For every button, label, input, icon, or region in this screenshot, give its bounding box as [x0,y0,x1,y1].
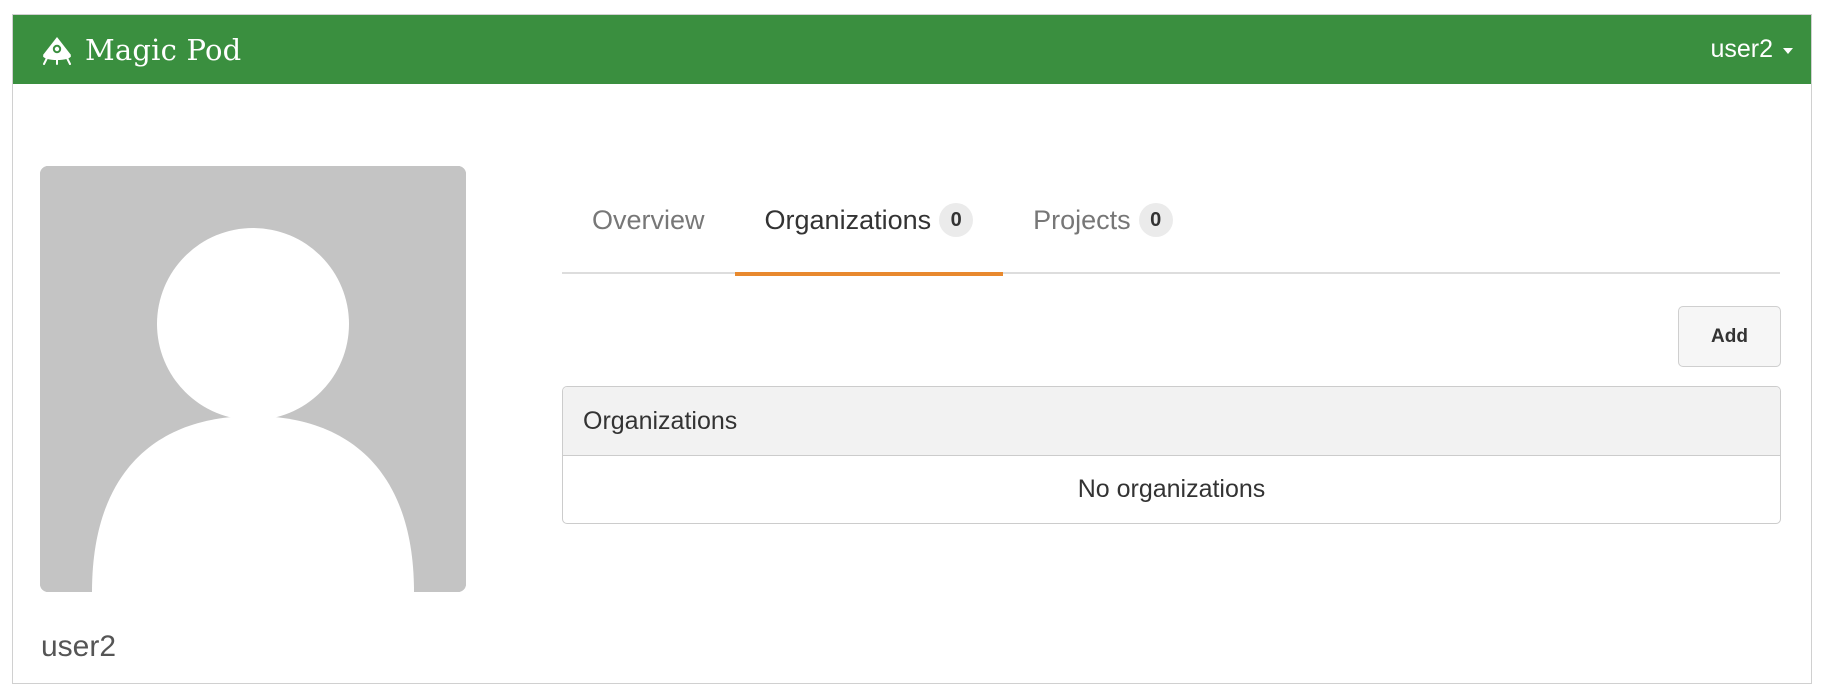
tab-label: Overview [592,205,705,235]
empty-state-message: No organizations [1077,475,1266,503]
count-badge: 0 [1138,203,1173,237]
tab-projects[interactable]: Projects 0 [1003,185,1203,274]
profile-username: user2 [41,630,117,663]
brand-name: Magic Pod [85,32,242,67]
brand[interactable]: Magic Pod [41,33,241,67]
panel-heading: Organizations [563,387,1780,456]
user-menu-dropdown[interactable]: user2 [1710,35,1793,64]
profile-tabs: Overview Organizations 0 Projects 0 [562,185,1780,276]
app-window: Magic Pod user2 user2 Overview Organizat… [12,14,1812,684]
tab-organizations[interactable]: Organizations 0 [734,185,1004,276]
user-menu-label: user2 [1710,35,1773,63]
add-button[interactable]: Add [1678,306,1781,367]
tab-label: Projects [1033,205,1131,235]
tab-overview[interactable]: Overview [562,185,735,274]
top-navbar: Magic Pod user2 [13,15,1811,84]
tab-label: Organizations [764,205,932,235]
caret-down-icon [1783,47,1793,54]
default-user-avatar [40,166,466,592]
magic-pod-logo-icon [43,36,71,65]
count-badge: 0 [939,203,974,237]
organizations-panel: Organizations No organizations [562,386,1781,524]
avatar [40,166,466,592]
